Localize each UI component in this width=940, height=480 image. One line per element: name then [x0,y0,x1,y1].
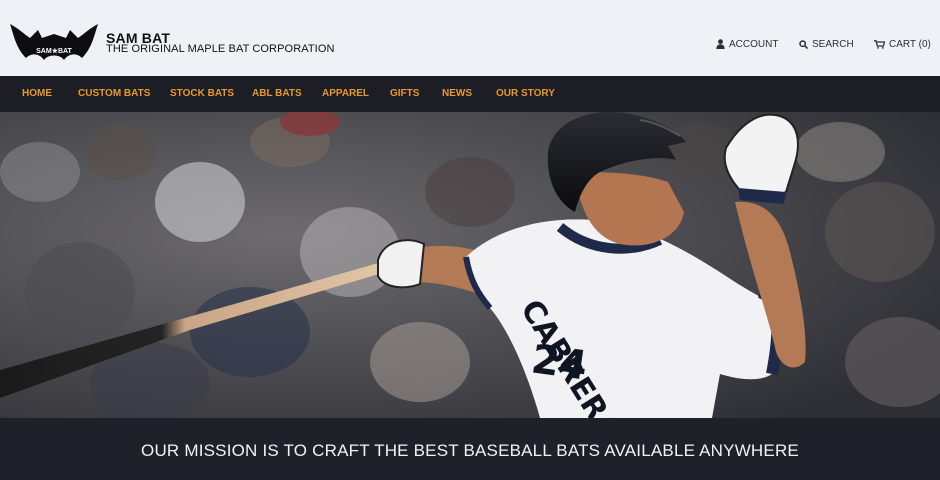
nav-item-abl-bats[interactable]: ABL BATS [252,88,302,99]
search-icon [799,39,808,49]
nav-item-stock-bats[interactable]: STOCK BATS [170,88,234,99]
nav-item-apparel[interactable]: APPAREL [322,88,369,99]
account-link[interactable]: ACCOUNT [716,37,778,51]
logo-text: SAM★BAT [36,47,72,55]
hero-image: CABRERA 24 [0,112,940,418]
nav-item-home[interactable]: HOME [22,88,52,99]
brand-tagline: THE ORIGINAL MAPLE BAT CORPORATION [106,43,335,55]
nav-item-our-story[interactable]: OUR STORY [496,88,555,99]
nav-item-news[interactable]: NEWS [442,88,472,99]
cart-icon [874,39,885,49]
mission-statement: OUR MISSION IS TO CRAFT THE BEST BASEBAL… [141,441,799,460]
jersey-number: 24 [529,336,591,389]
nav-item-custom-bats[interactable]: CUSTOM BATS [78,88,150,99]
user-icon [716,39,725,49]
nav-item-gifts[interactable]: GIFTS [390,88,419,99]
account-label: ACCOUNT [729,38,779,50]
main-nav: HOME CUSTOM BATS STOCK BATS ABL BATS APP… [0,76,940,112]
hero-banner: CABRERA 24 [0,112,940,418]
cart-link[interactable]: CART (0) [874,37,931,51]
cart-label: CART (0) [889,38,931,50]
site-header: SAM★BAT SAM BAT THE ORIGINAL MAPLE BAT C… [0,0,940,76]
mission-banner: OUR MISSION IS TO CRAFT THE BEST BASEBAL… [0,418,940,480]
search-link[interactable]: SEARCH [799,37,854,51]
search-label: SEARCH [812,38,854,50]
sam-bat-logo[interactable]: SAM★BAT [8,20,100,64]
